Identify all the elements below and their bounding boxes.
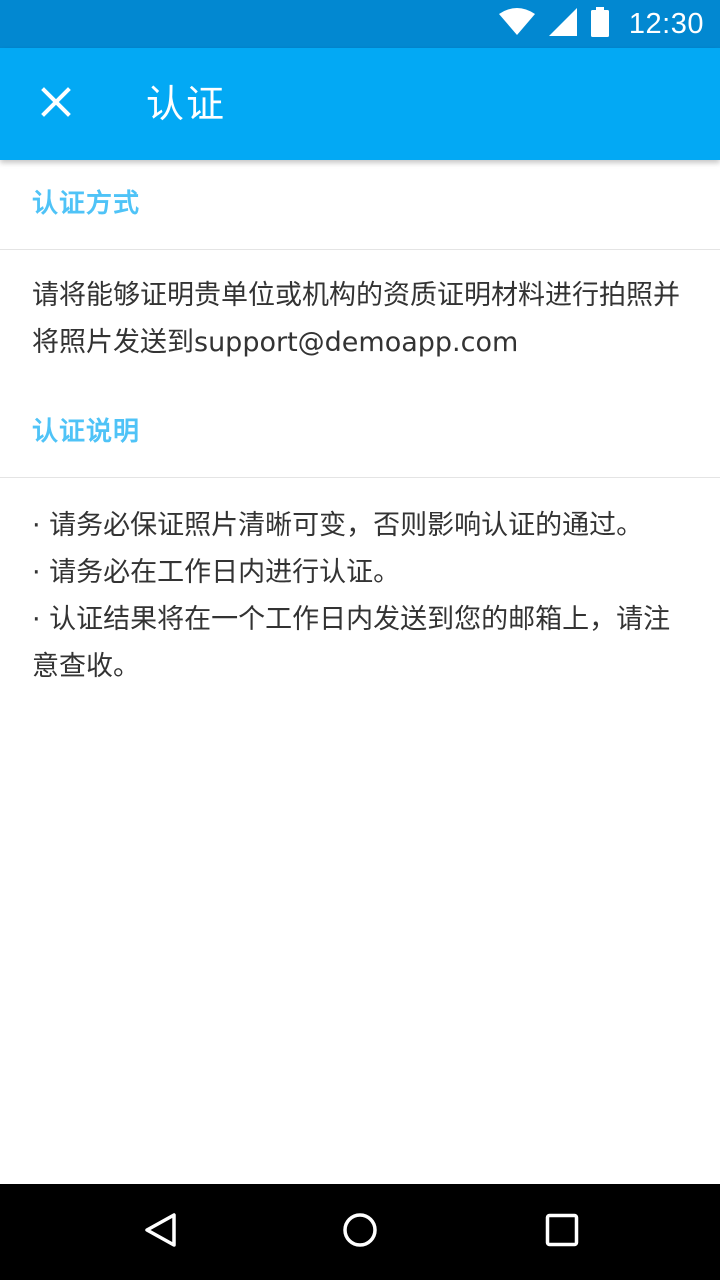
section-header-method: 认证方式 [0, 160, 720, 250]
section-body-notes: · 请务必保证照片清晰可变，否则影响认证的通过。 · 请务必在工作日内进行认证。… [0, 478, 720, 714]
close-icon [41, 87, 71, 121]
section-header-notes: 认证说明 [0, 388, 720, 478]
cellular-signal-icon [548, 8, 577, 40]
note-item: · 请务必保证照片清晰可变，否则影响认证的通过。 [32, 510, 644, 541]
recents-button[interactable] [530, 1200, 594, 1264]
note-item: · 认证结果将在一个工作日内发送到您的邮箱上，请注意查收。 [32, 604, 671, 682]
back-button[interactable] [128, 1200, 192, 1264]
wifi-icon [498, 8, 535, 40]
recents-icon [545, 1213, 579, 1251]
status-time: 12:30 [628, 7, 704, 40]
back-icon [143, 1212, 177, 1252]
section-body-method: 请将能够证明贵单位或机构的资质证明材料进行拍照并将照片发送到support@de… [0, 250, 720, 388]
close-button[interactable] [24, 72, 88, 136]
battery-icon [590, 7, 609, 41]
page-title: 认证 [146, 82, 227, 126]
status-icons: 12:30 [498, 0, 704, 48]
note-item: · 请务必在工作日内进行认证。 [32, 557, 401, 588]
content: 认证方式 请将能够证明贵单位或机构的资质证明材料进行拍照并将照片发送到suppo… [0, 160, 720, 714]
screen: 12:30 认证 认证方式 请将能够证明贵单位或机构的资质证明材料进行拍照并将照… [0, 0, 720, 1280]
home-icon [342, 1212, 378, 1252]
status-bar: 12:30 [0, 0, 720, 48]
home-button[interactable] [328, 1200, 392, 1264]
app-bar: 认证 [0, 48, 720, 160]
navigation-bar [0, 1184, 720, 1280]
method-description: 请将能够证明贵单位或机构的资质证明材料进行拍照并将照片发送到support@de… [32, 280, 680, 358]
